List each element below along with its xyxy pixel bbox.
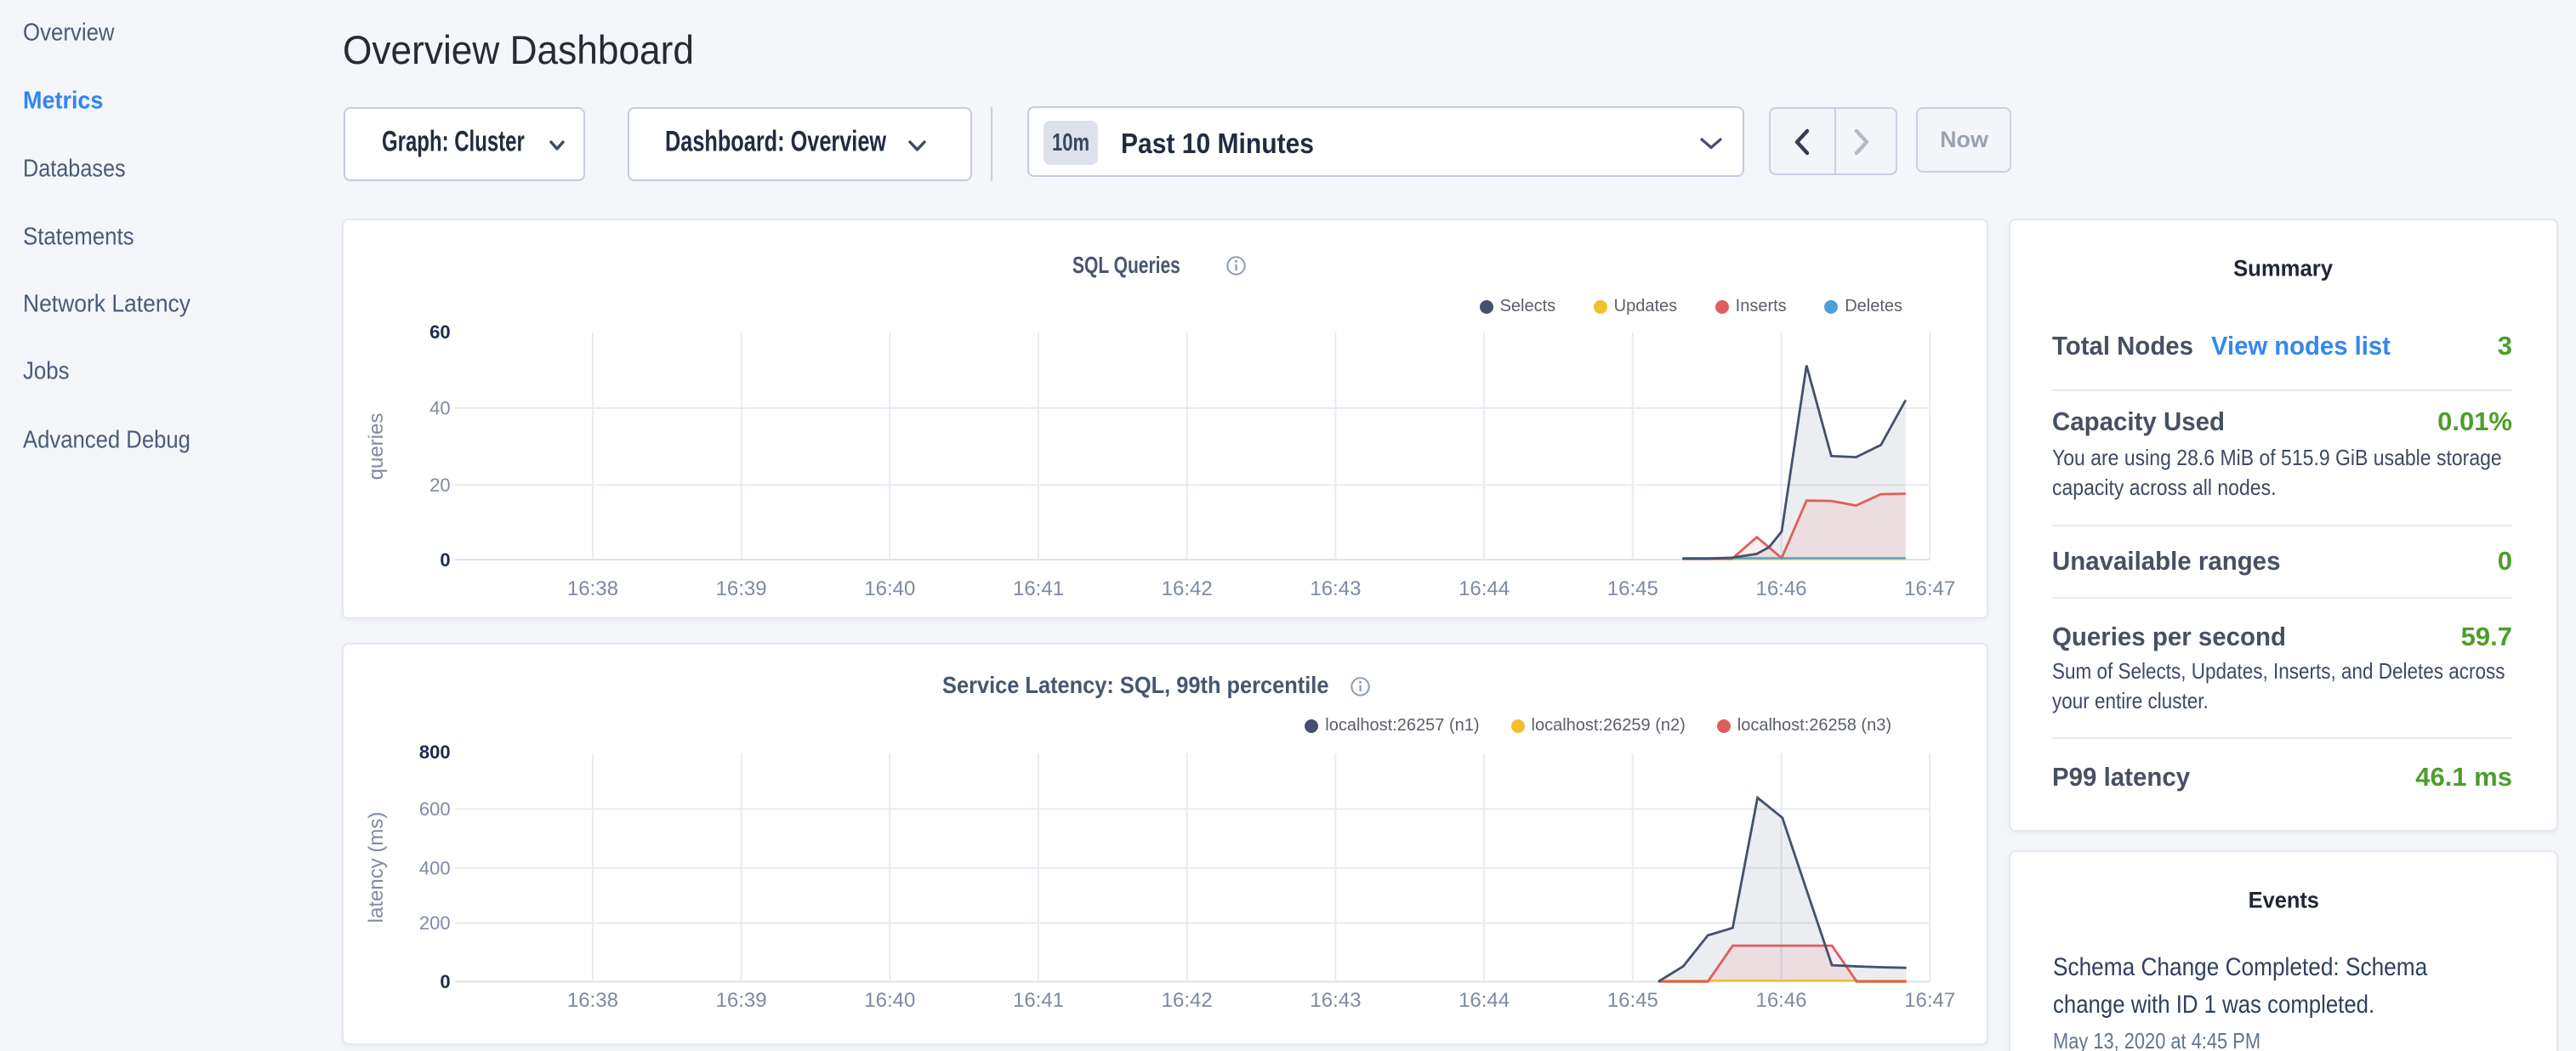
svg-text:0: 0: [440, 971, 450, 992]
svg-text:16:44: 16:44: [1459, 577, 1510, 600]
svg-text:16:41: 16:41: [1013, 577, 1064, 600]
svg-text:16:46: 16:46: [1755, 577, 1806, 600]
svg-text:16:43: 16:43: [1310, 989, 1361, 1012]
svg-text:16:38: 16:38: [567, 989, 618, 1012]
svg-text:16:43: 16:43: [1310, 577, 1361, 600]
svg-text:16:41: 16:41: [1013, 989, 1064, 1012]
svg-text:latency (ms): latency (ms): [365, 812, 388, 923]
svg-text:20: 20: [429, 474, 450, 496]
svg-text:600: 600: [419, 798, 451, 820]
svg-text:16:42: 16:42: [1162, 989, 1213, 1012]
svg-text:16:40: 16:40: [864, 577, 915, 600]
svg-text:16:42: 16:42: [1162, 577, 1213, 600]
svg-text:16:47: 16:47: [1904, 577, 1955, 600]
svg-text:queries: queries: [365, 413, 388, 480]
svg-text:60: 60: [429, 321, 450, 343]
svg-text:800: 800: [419, 741, 451, 763]
svg-text:16:47: 16:47: [1904, 989, 1955, 1012]
svg-text:16:40: 16:40: [864, 989, 915, 1012]
svg-text:0: 0: [440, 549, 450, 571]
svg-text:16:45: 16:45: [1607, 989, 1658, 1012]
svg-text:16:44: 16:44: [1459, 989, 1510, 1012]
svg-text:16:39: 16:39: [716, 577, 767, 600]
svg-text:16:46: 16:46: [1755, 989, 1806, 1012]
svg-text:16:38: 16:38: [567, 577, 618, 600]
svg-text:16:39: 16:39: [716, 989, 767, 1012]
svg-text:16:45: 16:45: [1607, 577, 1658, 600]
svg-text:40: 40: [429, 398, 450, 419]
svg-text:400: 400: [419, 858, 451, 879]
svg-text:200: 200: [419, 912, 451, 934]
